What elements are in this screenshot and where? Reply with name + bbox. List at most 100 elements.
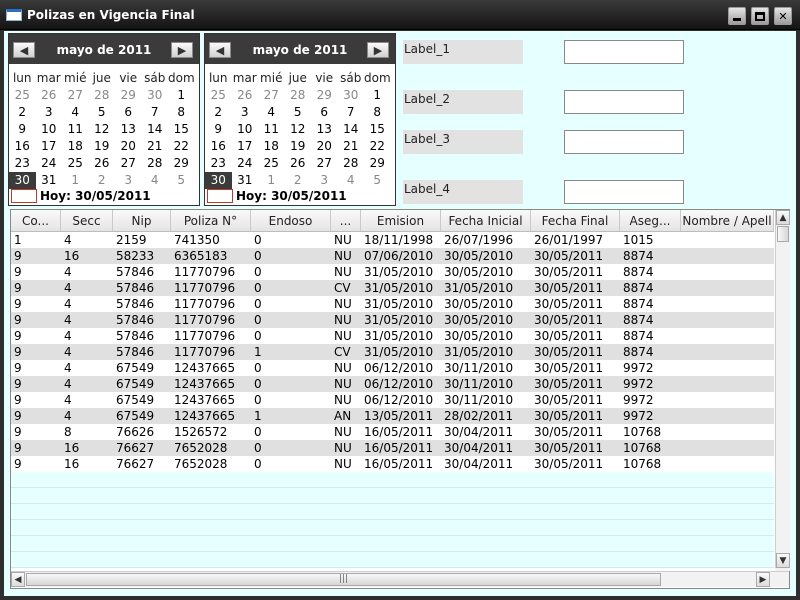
calendar-day[interactable]: 29	[168, 155, 195, 172]
col-poliza-header[interactable]: Poliza N°	[171, 210, 251, 231]
calendar-day[interactable]: 14	[142, 121, 169, 138]
calendar-day[interactable]: 25	[9, 87, 36, 104]
calendar-day[interactable]: 29	[364, 155, 391, 172]
calendar-day[interactable]: 1	[168, 87, 195, 104]
col-emision-header[interactable]: Emision	[361, 210, 441, 231]
calendar-day[interactable]: 2	[205, 104, 232, 121]
calendar-day[interactable]: 17	[232, 138, 259, 155]
today-label[interactable]: Hoy: 30/05/2011	[40, 189, 151, 203]
calendar-day[interactable]: 22	[168, 138, 195, 155]
calendar-day[interactable]: 6	[311, 104, 338, 121]
col-company-header[interactable]: Co...	[11, 210, 61, 231]
calendar-day[interactable]: 25	[258, 155, 285, 172]
table-row[interactable]: 9 4 67549 12437665 0 NU 06/12/2010 30/11/2010 30…	[11, 360, 774, 376]
calendar-day[interactable]: 8	[364, 104, 391, 121]
table-row[interactable]: 9 16 58233 6365183 0 NU 07/06/2010 30/05/2010 30…	[11, 248, 774, 264]
calendar-day[interactable]: 29	[115, 87, 142, 104]
calendar-day[interactable]: 24	[232, 155, 259, 172]
horizontal-scroll-thumb[interactable]: |||	[26, 573, 661, 586]
minimize-button[interactable]	[728, 7, 746, 25]
table-row[interactable]: 9 4 67549 12437665 0 NU 06/12/2010 30/11/2010 30…	[11, 376, 774, 392]
scroll-left-button[interactable]: ◀	[11, 572, 25, 587]
col-nip-header[interactable]: Nip	[113, 210, 171, 231]
field-4[interactable]	[564, 180, 684, 204]
col-fecha-inicial-header[interactable]: Fecha Inicial	[441, 210, 531, 231]
calendar-footer[interactable]: Hoy: 30/05/2011	[9, 187, 199, 205]
calendar-day[interactable]: 18	[258, 138, 285, 155]
close-button[interactable]: ✕	[774, 7, 792, 25]
col-fecha-final-header[interactable]: Fecha Final	[531, 210, 620, 231]
col-endoso-header[interactable]: Endoso	[251, 210, 331, 231]
today-label[interactable]: Hoy: 30/05/2011	[236, 189, 347, 203]
calendar-day[interactable]: 26	[285, 155, 312, 172]
calendar-day[interactable]: 4	[62, 104, 89, 121]
calendar-day[interactable]: 28	[142, 155, 169, 172]
calendar-day[interactable]: 30	[142, 87, 169, 104]
calendar-day[interactable]: 6	[115, 104, 142, 121]
next-month-button[interactable]: ▶	[367, 42, 389, 58]
col-nombre-header[interactable]: Nombre / Apell	[681, 210, 774, 231]
calendar-day[interactable]: 12	[89, 121, 116, 138]
col-asegurado-header[interactable]: Aseg...	[620, 210, 681, 231]
calendar-day[interactable]: 27	[258, 87, 285, 104]
table-row[interactable]: 9 4 57846 11770796 0 NU 31/05/2010 30/05/2010 30…	[11, 264, 774, 280]
table-row[interactable]: 9 4 57846 11770796 0 CV 31/05/2010 31/05/2010 30…	[11, 280, 774, 296]
field-3[interactable]	[564, 130, 684, 154]
calendar-day[interactable]: 15	[364, 121, 391, 138]
calendar-day[interactable]: 4	[258, 104, 285, 121]
calendar-day[interactable]: 2	[9, 104, 36, 121]
table-row[interactable]: 9 8 76626 1526572 0 NU 16/05/2011 30/04/2011 30/…	[11, 424, 774, 440]
prev-month-button[interactable]: ◀	[209, 42, 231, 58]
calendar-day[interactable]: 15	[168, 121, 195, 138]
calendar-day[interactable]: 3	[36, 104, 63, 121]
vertical-scrollbar[interactable]: ▲ ▼	[775, 210, 790, 568]
calendar-day[interactable]: 13	[311, 121, 338, 138]
calendar-day[interactable]: 16	[9, 138, 36, 155]
table-row[interactable]: 9 4 67549 12437665 0 NU 06/12/2010 30/11/2010 30…	[11, 392, 774, 408]
calendar-footer[interactable]: Hoy: 30/05/2011	[205, 187, 395, 205]
calendar-day[interactable]: 5	[89, 104, 116, 121]
vertical-scroll-thumb[interactable]	[777, 226, 789, 242]
calendar-day[interactable]: 25	[205, 87, 232, 104]
calendar-day[interactable]: 8	[168, 104, 195, 121]
calendar-day[interactable]: 18	[62, 138, 89, 155]
calendar-day[interactable]: 5	[285, 104, 312, 121]
calendar-day[interactable]: 11	[62, 121, 89, 138]
calendar-day[interactable]: 27	[115, 155, 142, 172]
calendar-day[interactable]: 10	[36, 121, 63, 138]
table-row[interactable]: 9 4 57846 11770796 1 CV 31/05/2010 31/05/2010 30…	[11, 344, 774, 360]
calendar-day[interactable]: 26	[232, 87, 259, 104]
calendar-day[interactable]: 28	[89, 87, 116, 104]
table-row[interactable]: 9 16 76627 7652028 0 NU 16/05/2011 30/04/2011 30…	[11, 440, 774, 456]
field-2[interactable]	[564, 90, 684, 114]
calendar-day[interactable]: 27	[311, 155, 338, 172]
calendar-day[interactable]: 29	[311, 87, 338, 104]
calendar-day[interactable]: 12	[285, 121, 312, 138]
calendar-day[interactable]: 20	[115, 138, 142, 155]
calendar-day[interactable]: 19	[89, 138, 116, 155]
calendar-day[interactable]: 9	[205, 121, 232, 138]
table-row[interactable]: 9 4 57846 11770796 0 NU 31/05/2010 30/05/2010 30…	[11, 328, 774, 344]
calendar-day[interactable]: 24	[36, 155, 63, 172]
calendar-day[interactable]: 23	[205, 155, 232, 172]
calendar-day[interactable]: 1	[364, 87, 391, 104]
next-month-button[interactable]: ▶	[171, 42, 193, 58]
calendar-day[interactable]: 3	[232, 104, 259, 121]
calendar-day[interactable]: 22	[364, 138, 391, 155]
scroll-right-button[interactable]: ▶	[756, 572, 770, 587]
calendar-day[interactable]: 26	[89, 155, 116, 172]
table-row[interactable]: 9 16 76627 7652028 0 NU 16/05/2011 30/04/2011 30…	[11, 456, 774, 472]
table-row[interactable]: 9 4 67549 12437665 1 AN 13/05/2011 28/02/2011 30…	[11, 408, 774, 424]
calendar-day[interactable]: 21	[338, 138, 365, 155]
scroll-up-button[interactable]: ▲	[776, 210, 790, 225]
calendar-day[interactable]: 9	[9, 121, 36, 138]
table-body[interactable]: 1 4 2159 741350 0 NU 18/11/1998 26/07/1996 26/01…	[11, 232, 774, 568]
horizontal-scrollbar[interactable]: ◀ ||| ▶	[11, 571, 789, 587]
col-secc-header[interactable]: Secc	[61, 210, 113, 231]
calendar-day[interactable]: 30	[338, 87, 365, 104]
calendar-day[interactable]: 23	[9, 155, 36, 172]
title-bar[interactable]: Polizas en Vigencia Final ✕	[0, 0, 800, 30]
calendar-day[interactable]: 7	[338, 104, 365, 121]
maximize-button[interactable]	[751, 7, 769, 25]
calendar-day[interactable]: 16	[205, 138, 232, 155]
